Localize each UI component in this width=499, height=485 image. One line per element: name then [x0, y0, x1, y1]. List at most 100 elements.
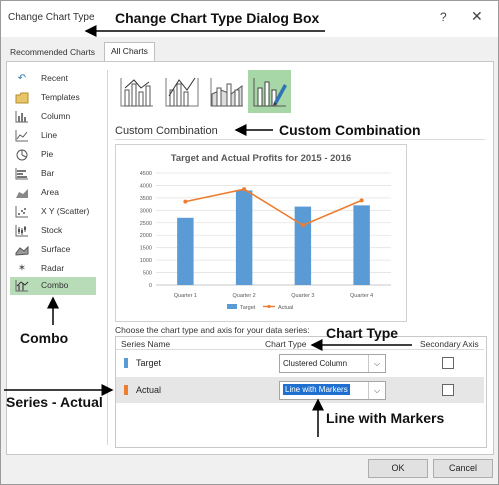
bar-chart-icon — [15, 168, 29, 180]
sidebar-item-surface[interactable]: Surface — [10, 241, 96, 259]
sidebar-item-stock[interactable]: Stock — [10, 222, 96, 240]
help-icon[interactable]: ? — [440, 10, 447, 24]
marker-actual — [359, 198, 364, 203]
sidebar-item-label: Combo — [41, 280, 69, 290]
pie-chart-icon — [15, 149, 29, 161]
choose-series-instruction: Choose the chart type and axis for your … — [115, 325, 310, 335]
sidebar-item-label: Recent — [41, 73, 68, 83]
sidebar-item-bar[interactable]: Bar — [10, 165, 96, 183]
x-tick-label: Quarter 2 — [233, 293, 256, 299]
chart-type-value: Clustered Column — [283, 359, 348, 368]
series-row-actual: Actual Line with Markers ⌵ — [116, 377, 484, 403]
y-tick-label: 4500 — [140, 171, 152, 177]
sidebar-item-templates[interactable]: Templates — [10, 89, 96, 107]
legend-swatch-target — [227, 304, 237, 309]
y-tick-label: 4000 — [140, 183, 152, 189]
sidebar-item-label: Pie — [41, 149, 54, 159]
chart-type-select-target[interactable]: Clustered Column ⌵ — [279, 354, 386, 373]
sidebar-item-recent[interactable]: ↶ Recent — [10, 70, 96, 88]
y-tick-label: 3500 — [140, 196, 152, 202]
stock-chart-icon — [15, 225, 29, 237]
chart-preview: Target and Actual Profits for 2015 - 201… — [115, 144, 407, 322]
sidebar-item-pie[interactable]: Pie — [10, 146, 96, 164]
cancel-button[interactable]: Cancel — [433, 459, 493, 478]
clustered-column-line-icon — [120, 78, 153, 107]
sidebar-item-label: Radar — [41, 263, 65, 273]
sidebar-item-label: Column — [41, 111, 71, 121]
close-icon[interactable]: ✕ — [471, 8, 483, 25]
annotation-dialog-box: Change Chart Type Dialog Box — [115, 10, 320, 26]
tab-recommended-charts[interactable]: Recommended Charts — [6, 44, 99, 60]
chart-type-select-actual[interactable]: Line with Markers ⌵ — [279, 381, 386, 400]
subtype-stacked-area-clustered-column[interactable] — [205, 70, 248, 113]
series-color-swatch — [124, 385, 128, 395]
sidebar-item-label: X Y (Scatter) — [41, 206, 90, 216]
annotation-custom-combination: Custom Combination — [279, 122, 421, 138]
combo-chart: Target and Actual Profits for 2015 - 201… — [140, 153, 391, 311]
legend-marker-actual — [267, 304, 271, 309]
col-header-secondary-axis: Secondary Axis — [420, 339, 479, 349]
bar-target — [353, 205, 370, 285]
area-chart-icon — [15, 187, 29, 199]
series-row-target: Target Clustered Column ⌵ — [116, 350, 484, 376]
ok-button[interactable]: OK — [368, 459, 428, 478]
column-chart-icon — [15, 111, 29, 123]
custom-combination-heading: Custom Combination — [115, 125, 218, 137]
y-tick-label: 3000 — [140, 208, 152, 214]
marker-actual — [300, 223, 305, 228]
annotation-combo: Combo — [20, 330, 69, 346]
chart-title: Target and Actual Profits for 2015 - 201… — [171, 153, 352, 164]
annotation-line-with-markers: Line with Markers — [326, 410, 445, 426]
series-name: Target — [136, 358, 162, 368]
sidebar-item-label: Area — [41, 187, 59, 197]
x-tick-label: Quarter 1 — [174, 293, 197, 299]
dialog-title: Change Chart Type — [8, 12, 95, 23]
annotation-series-actual: Series - Actual — [6, 394, 103, 410]
sidebar-item-label: Templates — [41, 92, 80, 102]
sidebar-item-scatter[interactable]: X Y (Scatter) — [10, 203, 96, 221]
sidebar-item-line[interactable]: Line — [10, 127, 96, 145]
stacked-area-clustered-column-icon — [210, 78, 243, 107]
sidebar-item-radar[interactable]: ✶ Radar — [10, 260, 96, 278]
secondary-axis-checkbox-actual[interactable] — [442, 384, 454, 396]
chevron-down-icon[interactable]: ⌵ — [368, 355, 385, 372]
subtype-custom-combination[interactable] — [248, 70, 291, 113]
legend-label-target: Target — [240, 305, 256, 311]
sidebar-item-column[interactable]: Column — [10, 108, 96, 126]
y-tick-label: 1500 — [140, 246, 152, 252]
marker-actual — [183, 199, 188, 204]
sidebar-item-label: Surface — [41, 244, 71, 254]
subtype-clustered-column-line[interactable] — [115, 70, 158, 113]
sidebar-item-label: Line — [41, 130, 58, 140]
scatter-chart-icon — [15, 206, 29, 218]
sidebar-item-label: Bar — [41, 168, 55, 178]
bar-target — [177, 217, 194, 285]
radar-chart-icon: ✶ — [17, 263, 27, 274]
clustered-column-line-secondary-axis-icon — [165, 77, 199, 107]
series-color-swatch — [124, 358, 128, 368]
line-chart-icon — [15, 130, 29, 142]
marker-actual — [242, 187, 247, 192]
combo-chart-icon — [15, 280, 29, 292]
y-tick-label: 2000 — [140, 233, 152, 239]
bar-target — [235, 190, 253, 285]
chart-type-value: Line with Markers — [283, 384, 350, 395]
bar-target — [294, 206, 312, 285]
y-tick-label: 2500 — [140, 221, 152, 227]
chevron-down-icon[interactable]: ⌵ — [368, 382, 385, 399]
col-header-chart-type: Chart Type — [265, 339, 307, 349]
sidebar-item-area[interactable]: Area — [10, 184, 96, 202]
col-header-series-name: Series Name — [121, 339, 171, 349]
sidebar-item-label: Stock — [41, 225, 63, 235]
x-tick-label: Quarter 3 — [291, 293, 314, 299]
heading-divider — [115, 139, 485, 140]
templates-icon — [15, 92, 29, 104]
subtype-clustered-column-line-secondary[interactable] — [160, 70, 203, 113]
annotation-chart-type: Chart Type — [326, 325, 399, 341]
tab-all-charts[interactable]: All Charts — [104, 42, 155, 61]
line-actual — [185, 188, 362, 227]
secondary-axis-checkbox-target[interactable] — [442, 357, 454, 369]
sidebar-item-combo[interactable]: Combo — [10, 277, 96, 295]
y-tick-label: 500 — [143, 271, 152, 277]
sidebar-divider — [107, 70, 108, 445]
